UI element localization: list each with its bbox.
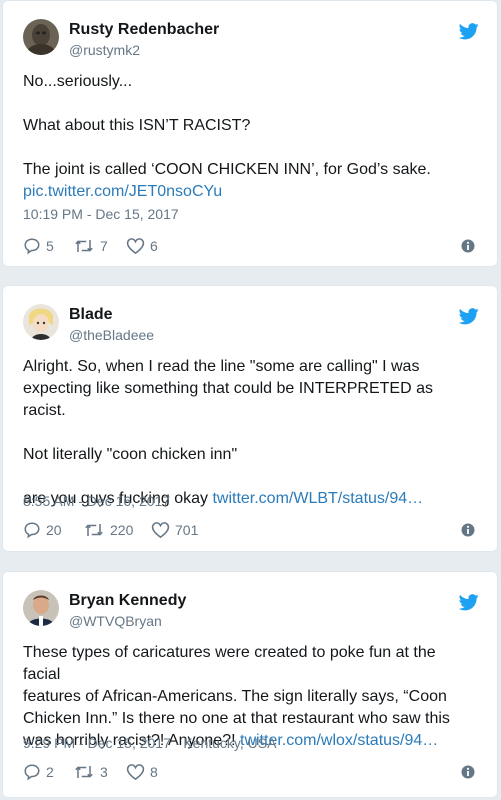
tweet-line: features of African-Americans. The sign … <box>23 688 447 705</box>
info-icon[interactable] <box>461 523 475 537</box>
avatar[interactable] <box>23 304 59 340</box>
like-icon <box>151 522 170 539</box>
retweet-icon <box>85 524 103 536</box>
reply-icon <box>24 522 40 539</box>
twitter-bird-icon[interactable] <box>459 23 479 40</box>
tweet-line: The joint is called ‘COON CHICKEN INN’, … <box>23 161 431 178</box>
tweet-line: Chicken Inn.” Is there no one at that re… <box>23 710 450 727</box>
tweet-link[interactable]: pic.twitter.com/JET0nsoCYu <box>23 183 222 200</box>
tweet-line: expecting like something that could be I… <box>23 380 433 419</box>
tweet-link[interactable]: twitter.com/WLBT/status/94… <box>212 490 423 507</box>
tweet-text: Alright. So, when I read the line "some … <box>23 356 477 510</box>
user-handle[interactable]: @theBladeee <box>69 327 154 343</box>
tweet-line: Alright. So, when I read the line "some … <box>23 358 420 375</box>
reply-count: 5 <box>46 238 54 254</box>
reply-icon <box>24 238 40 255</box>
user-handle[interactable]: @rustymk2 <box>69 42 140 58</box>
tweet-line: These types of caricatures were created … <box>23 644 436 683</box>
reply-count: 2 <box>46 764 54 780</box>
retweet-count: 220 <box>110 522 134 538</box>
reply-button[interactable]: 2 <box>23 763 54 781</box>
tweet-card[interactable]: Bryan Kennedy @WTVQBryan These types of … <box>2 571 498 798</box>
twitter-bird-icon[interactable] <box>459 308 479 325</box>
display-name[interactable]: Rusty Redenbacher <box>69 21 219 39</box>
tweet-actions: 2 3 8 <box>23 763 477 783</box>
display-name[interactable]: Blade <box>69 306 113 324</box>
tweet-actions: 5 7 6 <box>23 237 477 257</box>
like-button[interactable]: 6 <box>126 237 158 255</box>
tweet-timestamp[interactable]: 8:55 AM - Dec 16, 2017 <box>23 493 170 509</box>
reply-count: 20 <box>46 522 62 538</box>
tweet-card[interactable]: Rusty Redenbacher @rustymk2 No...serious… <box>2 0 498 267</box>
avatar[interactable] <box>23 19 59 55</box>
retweet-count: 3 <box>100 764 108 780</box>
like-icon <box>126 764 145 781</box>
like-button[interactable]: 8 <box>126 763 158 781</box>
display-name[interactable]: Bryan Kennedy <box>69 592 186 610</box>
tweet-line: What about this ISN’T RACIST? <box>23 117 251 134</box>
tweet-location: · Kentucky, USA <box>170 735 277 751</box>
tweet-text: No...seriously... What about this ISN’T … <box>23 71 477 203</box>
like-button[interactable]: 701 <box>151 521 198 539</box>
retweet-button[interactable]: 220 <box>83 521 133 539</box>
reply-button[interactable]: 5 <box>23 237 54 255</box>
like-count: 701 <box>175 522 199 538</box>
tweet-card[interactable]: Blade @theBladeee Alright. So, when I re… <box>2 285 498 552</box>
retweet-button[interactable]: 3 <box>73 763 108 781</box>
tweet-line: No...seriously... <box>23 73 133 90</box>
tweet-timestamp[interactable]: 9:29 PM - Dec 15, 2017 · Kentucky, USA <box>23 735 276 751</box>
tweet-line: Not literally "coon chicken inn" <box>23 446 238 463</box>
retweet-icon <box>75 240 93 252</box>
tweet-actions: 20 220 701 <box>23 521 477 541</box>
info-icon[interactable] <box>461 239 475 253</box>
avatar[interactable] <box>23 590 59 626</box>
like-icon <box>126 238 145 255</box>
tweet-timestamp[interactable]: 10:19 PM - Dec 15, 2017 <box>23 206 179 222</box>
reply-icon <box>24 764 40 781</box>
retweet-count: 7 <box>100 238 108 254</box>
info-icon[interactable] <box>461 765 475 779</box>
retweet-button[interactable]: 7 <box>73 237 108 255</box>
user-handle[interactable]: @WTVQBryan <box>69 613 162 629</box>
twitter-bird-icon[interactable] <box>459 594 479 611</box>
reply-button[interactable]: 20 <box>23 521 62 539</box>
retweet-icon <box>75 766 93 778</box>
like-count: 8 <box>150 764 158 780</box>
like-count: 6 <box>150 238 158 254</box>
